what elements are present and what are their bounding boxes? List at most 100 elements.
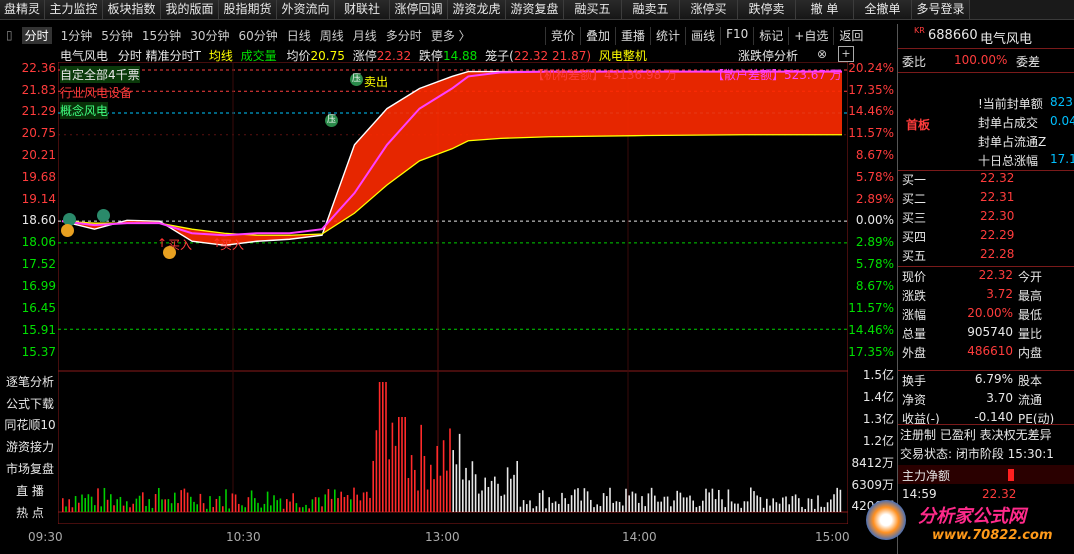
toolbar-button[interactable]: 板块指数: [103, 0, 161, 19]
volume-bar: [225, 489, 227, 512]
add-icon[interactable]: +: [838, 46, 854, 62]
volume-bar: [426, 489, 429, 512]
volume-bar: [420, 424, 422, 512]
toolbar-button[interactable]: 外资流向: [277, 0, 335, 19]
bid-row: 买四 22.29: [898, 228, 1074, 247]
volume-bar: [279, 498, 282, 512]
side-button[interactable]: 公式下载: [2, 395, 58, 412]
toolbar-button[interactable]: 涨停回调: [390, 0, 448, 19]
volume-bar: [692, 500, 694, 512]
volume-bar: [660, 501, 662, 512]
time-tick: 13:00: [425, 530, 460, 544]
chart-tool-tab[interactable]: F10: [720, 27, 753, 45]
volume-bar: [234, 494, 237, 512]
retail-diff-label: 【散户差额】523.67 万: [712, 68, 842, 82]
chart-tool-tab[interactable]: +自选: [788, 27, 833, 45]
period-tab[interactable]: 日线: [287, 27, 311, 44]
volume-bar: [532, 508, 534, 512]
chart-tool-tab[interactable]: 竞价: [545, 27, 580, 45]
net-inflow-label: 主力净额: [902, 469, 951, 483]
toolbar-button[interactable]: 游资龙虎: [448, 0, 506, 19]
side-button[interactable]: 直 播: [2, 482, 58, 499]
chart-tool-tab[interactable]: 重播: [615, 27, 650, 45]
volume-bar: [657, 501, 659, 512]
panel-toggle-icon[interactable]: ▯: [6, 28, 13, 42]
quote-row: 总量 905740 量比: [898, 325, 1074, 344]
volume-bar: [836, 487, 838, 512]
stock-code: 688660: [928, 28, 978, 43]
volume-bar: [622, 505, 624, 512]
volume-bar: [206, 508, 208, 512]
period-tab[interactable]: 15分钟: [142, 27, 181, 44]
chart-tool-tab[interactable]: 统计: [650, 27, 685, 45]
quote-label: 净资: [902, 393, 927, 407]
toolbar-button[interactable]: 盘精灵: [0, 0, 45, 19]
chart-tool-tab[interactable]: 标记: [753, 27, 788, 45]
toolbar-button[interactable]: 全撤单: [854, 0, 912, 19]
side-button[interactable]: 同花顺10: [2, 416, 58, 433]
volume-tick: 8412万: [851, 456, 894, 470]
toolbar-button[interactable]: 撤 单: [796, 0, 854, 19]
volume-bar: [308, 508, 310, 512]
period-tab[interactable]: 周线: [320, 27, 344, 44]
percent-tick: 2.89%: [855, 192, 894, 206]
chart-tool-tab[interactable]: 叠加: [580, 27, 615, 45]
side-button[interactable]: 逐笔分析: [2, 373, 58, 390]
side-button[interactable]: 热 点: [2, 504, 58, 521]
signal-icon: [163, 246, 176, 259]
quote-value: -0.140: [974, 410, 1013, 424]
price-tick: 18.60: [21, 213, 56, 227]
toolbar-button[interactable]: 融卖五: [622, 0, 680, 19]
volume-bar: [638, 502, 640, 512]
toolbar-button[interactable]: 游资复盘: [506, 0, 564, 19]
volume-bar: [215, 498, 218, 512]
volume-bar: [311, 499, 314, 512]
volume-bar: [154, 494, 157, 512]
volume-bar: [516, 460, 518, 512]
watermark-logo: [866, 500, 906, 540]
period-tab[interactable]: 更多 〉: [431, 27, 471, 44]
volume-bar: [663, 496, 666, 512]
limit-up-label: 涨停: [352, 49, 377, 63]
side-button[interactable]: 游资接力: [2, 438, 58, 455]
side-button[interactable]: 市场复盘: [2, 460, 58, 477]
period-tab[interactable]: 月线: [353, 27, 377, 44]
volume-bar: [689, 495, 691, 512]
volume-bar: [746, 501, 749, 512]
period-tab[interactable]: 30分钟: [190, 27, 229, 44]
period-tab[interactable]: 60分钟: [238, 27, 277, 44]
chart-tool-tab[interactable]: 返回: [833, 27, 868, 45]
period-tab[interactable]: 1分钟: [61, 27, 93, 44]
toolbar-button[interactable]: 多号登录: [912, 0, 970, 19]
volume-bar: [458, 433, 461, 512]
period-tab[interactable]: 分时: [21, 26, 52, 44]
toolbar-button[interactable]: 主力监控: [45, 0, 103, 19]
volume-bar: [212, 507, 214, 512]
limit-down-value: 14.88: [442, 49, 478, 63]
toolbar-button[interactable]: 股指期货: [219, 0, 277, 19]
chart-tool-tab[interactable]: 画线: [685, 27, 720, 45]
period-tab[interactable]: 5分钟: [101, 27, 133, 44]
toolbar-button[interactable]: 跌停卖: [738, 0, 796, 19]
avg-line: [61, 134, 842, 236]
volume-bar: [545, 508, 547, 512]
toolbar-button[interactable]: 财联社: [335, 0, 390, 19]
volume-bar: [753, 491, 755, 512]
volume-bar: [362, 492, 365, 512]
volume-bar: [564, 498, 566, 512]
price-tick: 15.91: [21, 323, 56, 337]
volume-bar: [794, 494, 797, 512]
toolbar-button[interactable]: 融买五: [564, 0, 622, 19]
volume-bar: [103, 487, 106, 512]
intraday-chart[interactable]: [58, 62, 848, 524]
volume-bar: [750, 487, 752, 512]
toolbar-button[interactable]: 我的版面: [161, 0, 219, 19]
quote-label-2: 今开: [1018, 270, 1043, 284]
toolbar-button[interactable]: 涨停买: [680, 0, 738, 19]
volume-bar: [385, 382, 387, 512]
period-tab[interactable]: 多分时: [386, 27, 422, 44]
seal-stat-value: 0.04: [1050, 114, 1074, 128]
settings-icon[interactable]: ⊗: [817, 47, 831, 61]
volume-bar: [106, 499, 109, 512]
diff-label: 委差: [1016, 55, 1041, 69]
